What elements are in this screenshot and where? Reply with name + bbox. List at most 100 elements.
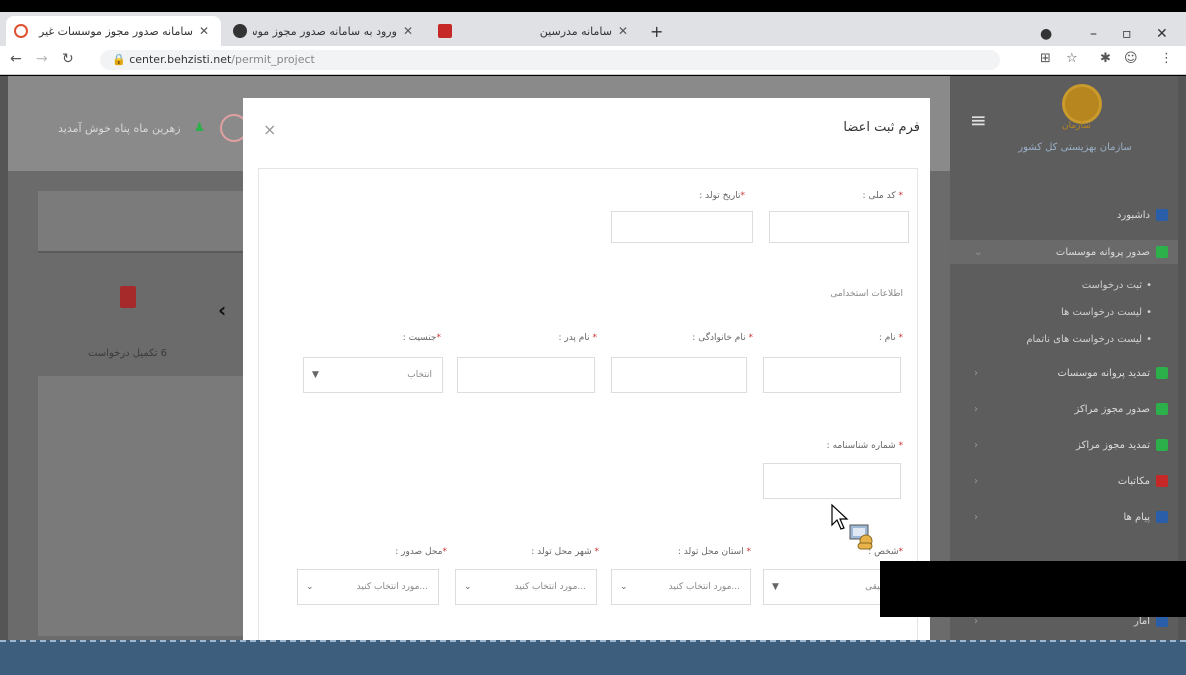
url-host: center.behzisti.net [129,53,232,66]
birth-city-label: * شهر محل تولد : [531,547,599,557]
sidebar-item-correspondence[interactable]: مکاتبات ‹ [968,470,1168,492]
sidebar-item-label: داشبورد [1116,209,1150,221]
user-greeting: زهرین ماه پناه خوش آمدید [58,122,181,135]
minimize-icon[interactable]: – [1090,26,1097,42]
profile-icon[interactable]: ● [1040,26,1052,42]
sidebar-item-center-renew[interactable]: تمدید مجوز مراکز ‹ [968,434,1168,456]
extensions-icon[interactable]: ✱ [1100,51,1111,66]
chevron-down-icon: ▼ [312,370,319,380]
sidebar-item-label: صدور پروانه موسسات [1055,246,1150,258]
incomplete-request-label[interactable]: 6 تکمیل درخواست [88,348,167,359]
close-icon[interactable]: × [263,120,276,139]
birth-city-placeholder: ...مورد انتخاب کنید [514,582,586,592]
last-name-field[interactable] [611,357,747,393]
sidebar-item-label: آمار [1133,615,1150,627]
issue-place-placeholder: ...مورد انتخاب کنید [356,582,428,592]
forward-icon[interactable]: → [36,51,48,67]
id-number-field[interactable] [763,463,901,499]
sidebar-item-label: مکاتبات [1117,475,1150,487]
gender-select[interactable]: انتخاب ▼ [303,357,443,393]
browser-tabstrip: سامانه صدور مجوز موسسات غیر ✕ ورود به سا… [0,12,1186,46]
national-code-field[interactable] [769,211,909,243]
new-tab-button[interactable]: + [642,16,672,46]
bookmark-star-icon[interactable]: ☆ [1066,51,1078,66]
father-name-field[interactable] [457,357,595,393]
chevron-left-icon: ‹ [974,439,978,451]
chevron-left-icon: ‹ [974,367,978,379]
tab-login[interactable]: ورود به سامانه صدور مجوز موسسات ✕ [225,16,425,46]
home-icon [1156,209,1168,221]
sidebar: ≡ سازمان سازمان بهزیستی کل کشور داشبورد … [950,76,1178,640]
sidebar-item-center-permit[interactable]: صدور مجوز مراکز ‹ [968,398,1168,420]
birth-date-label: *تاریخ تولد : [699,191,745,201]
sidebar-subitem-new-request[interactable]: • ثبت درخواست [968,274,1152,296]
folder-icon [1156,403,1168,415]
sidebar-item-issue-permit[interactable]: صدور پروانه موسسات ⌄ [968,241,1168,263]
hamburger-menu-icon[interactable]: ≡ [970,108,987,132]
screen-top-edge [0,0,1186,12]
sidebar-item-messages[interactable]: پیام ها ‹ [968,506,1168,528]
folder-icon [1156,246,1168,258]
issue-place-label: *محل صدور : [395,547,447,557]
tab-title: ورود به سامانه صدور مجوز موسسات [253,24,397,38]
id-number-label: * شماره شناسنامه : [826,441,903,451]
chevron-down-icon: ⌄ [974,246,983,258]
sidebar-item-label: تمدید مجوز مراکز [1076,439,1150,451]
org-name: سازمان بهزیستی کل کشور [1018,142,1132,153]
chevron-left-icon: ‹ [974,403,978,415]
chevron-left-icon: ‹ [974,475,978,487]
tab-close-icon[interactable]: ✕ [403,24,413,38]
logo-caption: سازمان [1062,121,1091,131]
behzisti-logo [1062,84,1102,124]
sidebar-item-dashboard[interactable]: داشبورد [968,204,1168,226]
prev-arrow-icon[interactable]: ‹ [218,298,226,322]
maximize-icon[interactable]: ▫ [1122,26,1132,42]
birth-city-select[interactable]: ...مورد انتخاب کنید ⌄ [455,569,597,605]
close-window-icon[interactable]: ✕ [1156,26,1168,42]
gender-label: *جنسیت : [402,333,441,343]
last-name-label: * نام خانوادگی : [692,333,753,343]
page-panel [38,191,248,253]
folder-icon [1156,439,1168,451]
birth-province-label: * استان محل تولد : [677,547,751,557]
url-field[interactable]: 🔒 center.behzisti.net/permit_project [100,50,1000,70]
chevron-left-icon: ‹ [974,615,978,627]
tab-teachers[interactable]: سامانه مدرسین ✕ [430,16,640,46]
tab-close-icon[interactable]: ✕ [618,24,628,38]
tab-title: سامانه صدور مجوز موسسات غیر [39,24,193,38]
sidebar-item-renew-permit[interactable]: تمدید پروانه موسسات ‹ [968,362,1168,384]
right-scrollbar[interactable] [1178,76,1186,640]
back-icon[interactable]: ← [10,51,22,67]
folder-icon [1156,367,1168,379]
birth-province-select[interactable]: ...مورد انتخاب کنید ⌄ [611,569,751,605]
bullet-icon: • [1146,333,1152,345]
redaction-block [880,561,1186,617]
sidebar-subitem-incomplete-list[interactable]: • لیست درخواست های ناتمام [968,328,1152,350]
issue-place-select[interactable]: ...مورد انتخاب کنید ⌄ [297,569,439,605]
document-icon[interactable] [120,286,136,308]
document-icon [1156,475,1168,487]
mouse-pointer-icon [830,503,878,557]
first-name-field[interactable] [763,357,901,393]
site-favicon-icon [14,24,28,38]
national-code-label: * کد ملی : [862,191,903,201]
sidebar-subitem-request-list[interactable]: • لیست درخواست ها [968,301,1152,323]
reload-icon[interactable]: ↻ [62,51,74,67]
birth-date-field[interactable] [611,211,753,243]
sidebar-subitem-label: ثبت درخواست [1081,279,1143,291]
tab-permit-system[interactable]: سامانه صدور مجوز موسسات غیر ✕ [6,16,221,46]
page-viewport: زهرین ماه پناه خوش آمدید ♟ ‹ 6 تکمیل درخ… [8,76,1178,640]
url-path: /permit_project [231,53,315,66]
translate-icon[interactable]: ⊞ [1040,51,1051,66]
sidebar-item-label: صدور مجوز مراکز [1074,403,1151,415]
account-icon[interactable]: ☺ [1124,51,1138,66]
address-bar: ← → ↻ 🔒 center.behzisti.net/permit_proje… [0,46,1186,75]
modal-form: * کد ملی : *تاریخ تولد : اطلاعات استخدام… [258,168,918,640]
sidebar-subitem-label: لیست درخواست ها [1061,306,1143,318]
taskbar [0,640,1186,675]
menu-dots-icon[interactable]: ⋮ [1160,51,1173,66]
page-content-panel [38,376,248,636]
sidebar-subitem-label: لیست درخواست های ناتمام [1026,333,1143,345]
tab-close-icon[interactable]: ✕ [199,24,209,38]
left-scrollbar[interactable] [0,76,8,640]
